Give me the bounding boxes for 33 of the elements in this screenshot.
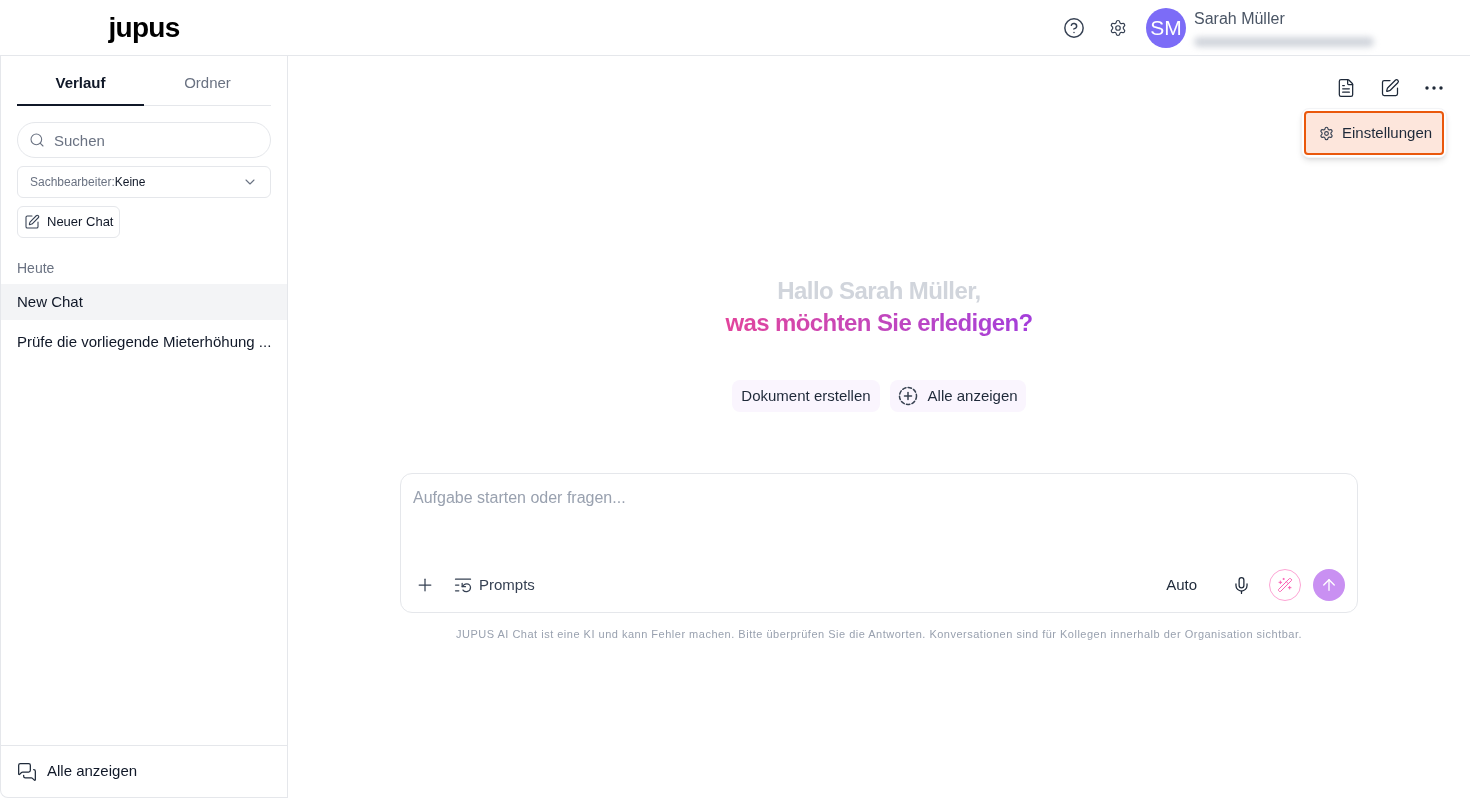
search-field[interactable]: Suchen xyxy=(17,122,271,158)
model-selector[interactable]: Auto xyxy=(1162,569,1201,601)
show-all-chats-link[interactable]: Alle anzeigen xyxy=(17,760,138,783)
logo: jupus xyxy=(108,13,180,42)
sidebar-tab[interactable]: Ordner xyxy=(144,62,271,106)
settings-icon xyxy=(1109,18,1127,37)
dashed-plus-circle-icon xyxy=(897,386,918,406)
help-icon xyxy=(1063,16,1085,39)
chat-bubbles-icon xyxy=(17,761,37,782)
select-label: Sachbearbeiter: xyxy=(30,174,115,191)
magic-wand-icon xyxy=(1277,577,1293,593)
chat-list-item[interactable]: New Chat xyxy=(1,284,287,320)
prompts-button[interactable]: Prompts xyxy=(453,569,535,601)
suggestion-chip[interactable]: Dokument erstellen xyxy=(732,380,880,412)
user-name: Sarah Müller xyxy=(1194,8,1286,29)
settings-icon xyxy=(1319,125,1334,141)
group-heading: Heute xyxy=(16,259,56,278)
document-icon xyxy=(1336,78,1356,98)
edit-icon xyxy=(1380,78,1400,98)
chat-list-item[interactable]: Prüfe die vorliegende Mieterhöhung ... xyxy=(1,324,287,360)
message-composer[interactable]: Aufgabe starten oder fragen... Prompts Auto xyxy=(400,473,1358,613)
more-icon xyxy=(1425,86,1443,90)
search-icon xyxy=(29,132,45,148)
message-input-field[interactable]: Aufgabe starten oder fragen... xyxy=(413,486,1345,569)
new-chat-button[interactable]: Neuer Chat xyxy=(17,206,121,238)
sidebar-tab[interactable]: Verlauf xyxy=(17,62,144,106)
user-avatar[interactable]: SM xyxy=(1146,7,1186,48)
assignee-select[interactable]: Sachbearbeiter:Keine xyxy=(17,166,271,198)
edit-icon xyxy=(24,214,40,230)
select-value: Keine xyxy=(114,174,146,191)
disclaimer-text: JUPUS AI Chat ist eine KI und kann Fehler machen. Bitte überprüfen Sie die Antworten. Konversationen sind für Kollegen innerhalb der Organisation sichtbar. xyxy=(454,627,1304,642)
menu-item[interactable]: Einstellungen xyxy=(1304,111,1444,155)
suggestion-chip[interactable]: Alle anzeigen xyxy=(889,380,1026,412)
